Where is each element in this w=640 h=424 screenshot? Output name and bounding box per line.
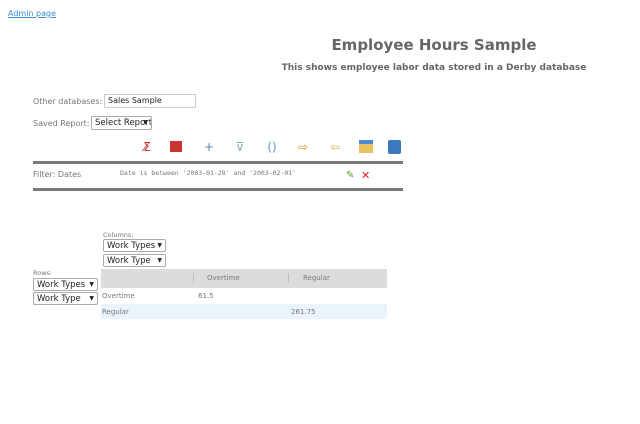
filter-top-divider (33, 161, 403, 164)
pivot-header-row: Overtime Regular (101, 269, 387, 288)
columns-label: Columns: (103, 231, 134, 239)
add-icon[interactable]: + (202, 140, 216, 154)
header-regular[interactable]: Regular (303, 274, 330, 282)
save-icon[interactable] (388, 140, 401, 154)
select-value: Work Type (37, 294, 81, 304)
page-title: Employee Hours Sample (331, 36, 537, 54)
header-overtime[interactable]: Overtime (207, 274, 240, 282)
row-select-work-type[interactable]: Work Type ▼ (33, 292, 98, 305)
hide-totals-icon[interactable]: Σ̸ (140, 140, 154, 154)
filter-label: Filter: Dates (33, 170, 82, 179)
add-filter-icon[interactable]: ⊽ (233, 140, 247, 154)
filter-bottom-divider (33, 188, 403, 191)
delete-filter-icon[interactable]: ✕ (361, 169, 370, 182)
rows-label: Rows: (33, 269, 53, 277)
select-value: Work Type (107, 256, 151, 266)
remove-column-icon[interactable]: ⇨ (296, 140, 310, 154)
other-databases-input[interactable]: Sales Sample (104, 94, 196, 108)
chart-icon[interactable] (359, 140, 373, 153)
select-value: Work Types (107, 241, 156, 251)
saved-report-select[interactable]: Select Report ▼ (91, 116, 152, 130)
row-select-work-types[interactable]: Work Types ▼ (33, 278, 98, 291)
table-row: Overtime 61.5 (101, 289, 387, 304)
cell-overtime: 61.5 (198, 292, 214, 300)
column-select-work-types[interactable]: Work Types ▼ (103, 239, 166, 252)
chevron-down-icon: ▼ (143, 119, 148, 126)
chevron-down-icon: ▼ (157, 242, 162, 249)
row-label: Regular (102, 308, 129, 316)
select-value: Work Types (37, 280, 86, 290)
column-select-work-type[interactable]: Work Type ▼ (103, 254, 166, 267)
edit-filter-icon[interactable]: ✎ (346, 170, 354, 181)
row-label: Overtime (102, 292, 135, 300)
cell-regular: 261.75 (291, 308, 316, 316)
swap-axes-icon[interactable] (170, 141, 182, 152)
chevron-down-icon: ▼ (89, 295, 94, 302)
refresh-icon[interactable]: () (265, 140, 279, 154)
collapse-icon[interactable]: ⇦ (328, 140, 342, 154)
table-row: Regular 261.75 (101, 304, 387, 319)
page-subtitle: This shows employee labor data stored in… (281, 63, 587, 73)
saved-report-label: Saved Report: (33, 119, 90, 128)
admin-page-link[interactable]: Admin page (8, 9, 56, 18)
other-databases-label: Other databases: (33, 97, 103, 106)
chevron-down-icon: ▼ (89, 281, 94, 288)
filter-description: Date is between '2003-01-28' and '2003-0… (120, 169, 297, 177)
chevron-down-icon: ▼ (157, 257, 162, 264)
